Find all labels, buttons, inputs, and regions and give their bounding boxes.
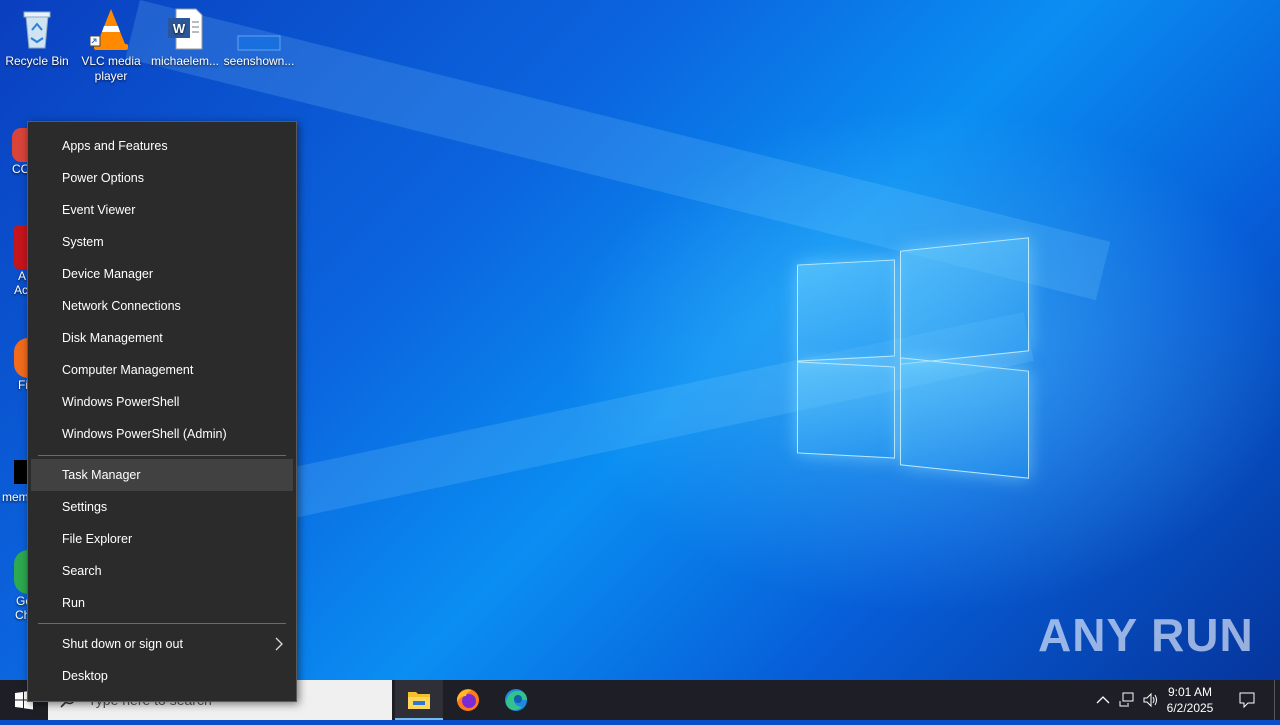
menu-item-label: Shut down or sign out — [62, 637, 183, 651]
menu-item-label: File Explorer — [62, 532, 133, 546]
desktop-icon-label: michaelem... — [150, 54, 220, 68]
menu-item-label: Windows PowerShell — [62, 395, 180, 409]
chevron-up-icon[interactable] — [1094, 691, 1112, 709]
menu-item-task-manager[interactable]: Task Manager — [31, 459, 293, 491]
desktop-icon-word-doc[interactable]: W michaelem... — [148, 6, 222, 69]
taskbar-firefox[interactable] — [444, 680, 492, 720]
menu-item-label: Settings — [62, 500, 108, 514]
partial-icon-firefox[interactable]: Fi — [14, 338, 28, 392]
desktop-icon-label: seenshown... — [223, 54, 295, 68]
menu-separator — [38, 455, 286, 456]
word-document-icon: W — [162, 6, 208, 52]
menu-item-computer-management[interactable]: Computer Management — [31, 354, 293, 386]
menu-item-label: Disk Management — [62, 331, 163, 345]
logo-pane-top-left — [797, 259, 895, 362]
menu-item-event-viewer[interactable]: Event Viewer — [31, 194, 293, 226]
menu-item-settings[interactable]: Settings — [31, 491, 293, 523]
menu-item-label: Search — [62, 564, 102, 578]
clock-date: 6/2/2025 — [1166, 701, 1214, 715]
menu-item-label: System — [62, 235, 104, 249]
menu-item-label: Network Connections — [62, 299, 181, 313]
menu-item-desktop[interactable]: Desktop — [31, 660, 293, 692]
svg-text:W: W — [173, 21, 186, 36]
partial-icon-label: Fi — [18, 378, 28, 392]
menu-item-label: Task Manager — [62, 468, 141, 482]
menu-item-label: Computer Management — [62, 363, 194, 377]
menu-item-run[interactable]: Run — [31, 587, 293, 619]
menu-item-label: Run — [62, 596, 85, 610]
winx-context-menu: Apps and Features Power Options Event Vi… — [27, 121, 297, 702]
system-clock[interactable]: 9:01 AM 6/2/2025 — [1162, 684, 1218, 716]
desktop-icon-label: VLC media player — [81, 54, 141, 83]
windows-logo-graphic — [795, 237, 1030, 480]
menu-item-label: Windows PowerShell (Admin) — [62, 427, 227, 441]
desktop-icon-label: Recycle Bin — [5, 54, 69, 68]
partial-icon-mem[interactable]: mem — [2, 460, 30, 504]
taskbar-edge[interactable] — [492, 680, 540, 720]
menu-item-search[interactable]: Search — [31, 555, 293, 587]
menu-item-apps-and-features[interactable]: Apps and Features — [31, 130, 293, 162]
menu-item-label: Apps and Features — [62, 139, 168, 153]
menu-item-label: Device Manager — [62, 267, 154, 281]
vlc-icon — [88, 6, 134, 52]
menu-item-windows-powershell-admin[interactable]: Windows PowerShell (Admin) — [31, 418, 293, 450]
menu-item-file-explorer[interactable]: File Explorer — [31, 523, 293, 555]
clock-time: 9:01 AM — [1167, 685, 1213, 699]
desktop-icon-recycle-bin[interactable]: Recycle Bin — [0, 6, 74, 69]
menu-item-device-manager[interactable]: Device Manager — [31, 258, 293, 290]
menu-item-power-options[interactable]: Power Options — [31, 162, 293, 194]
menu-item-disk-management[interactable]: Disk Management — [31, 322, 293, 354]
logo-pane-bottom-left — [797, 361, 895, 459]
edge-icon — [505, 689, 527, 711]
volume-icon[interactable] — [1142, 691, 1160, 709]
logo-pane-top-right — [900, 237, 1029, 365]
menu-item-label: Event Viewer — [62, 203, 136, 217]
menu-item-label: Desktop — [62, 669, 108, 683]
menu-item-system[interactable]: System — [31, 226, 293, 258]
anyrun-watermark: ANY RUN — [1038, 609, 1254, 661]
show-desktop-button[interactable] — [1274, 680, 1280, 720]
partial-icon-label: mem — [2, 490, 29, 504]
menu-separator — [38, 623, 286, 624]
chevron-right-icon — [273, 628, 285, 660]
partial-icon-label: Ac — [14, 283, 29, 297]
recycle-bin-icon — [14, 6, 60, 52]
menu-item-label: Power Options — [62, 171, 144, 185]
menu-item-network-connections[interactable]: Network Connections — [31, 290, 293, 322]
logo-pane-bottom-right — [900, 357, 1029, 479]
desktop-icon-file[interactable]: seenshown... — [222, 6, 296, 69]
firefox-icon — [457, 689, 479, 711]
notification-center-icon[interactable] — [1238, 691, 1256, 709]
file-explorer-icon — [408, 692, 430, 709]
partial-icon-acrobat[interactable]: A Ac — [14, 225, 28, 297]
menu-item-windows-powershell[interactable]: Windows PowerShell — [31, 386, 293, 418]
blank-file-icon — [236, 6, 282, 52]
desktop-icon-vlc[interactable]: VLC media player — [74, 6, 148, 84]
network-icon[interactable] — [1118, 691, 1136, 709]
menu-item-shut-down-or-sign-out[interactable]: Shut down or sign out — [31, 628, 293, 660]
taskbar-file-explorer[interactable] — [395, 680, 443, 720]
partial-icon-label: A — [18, 269, 27, 283]
